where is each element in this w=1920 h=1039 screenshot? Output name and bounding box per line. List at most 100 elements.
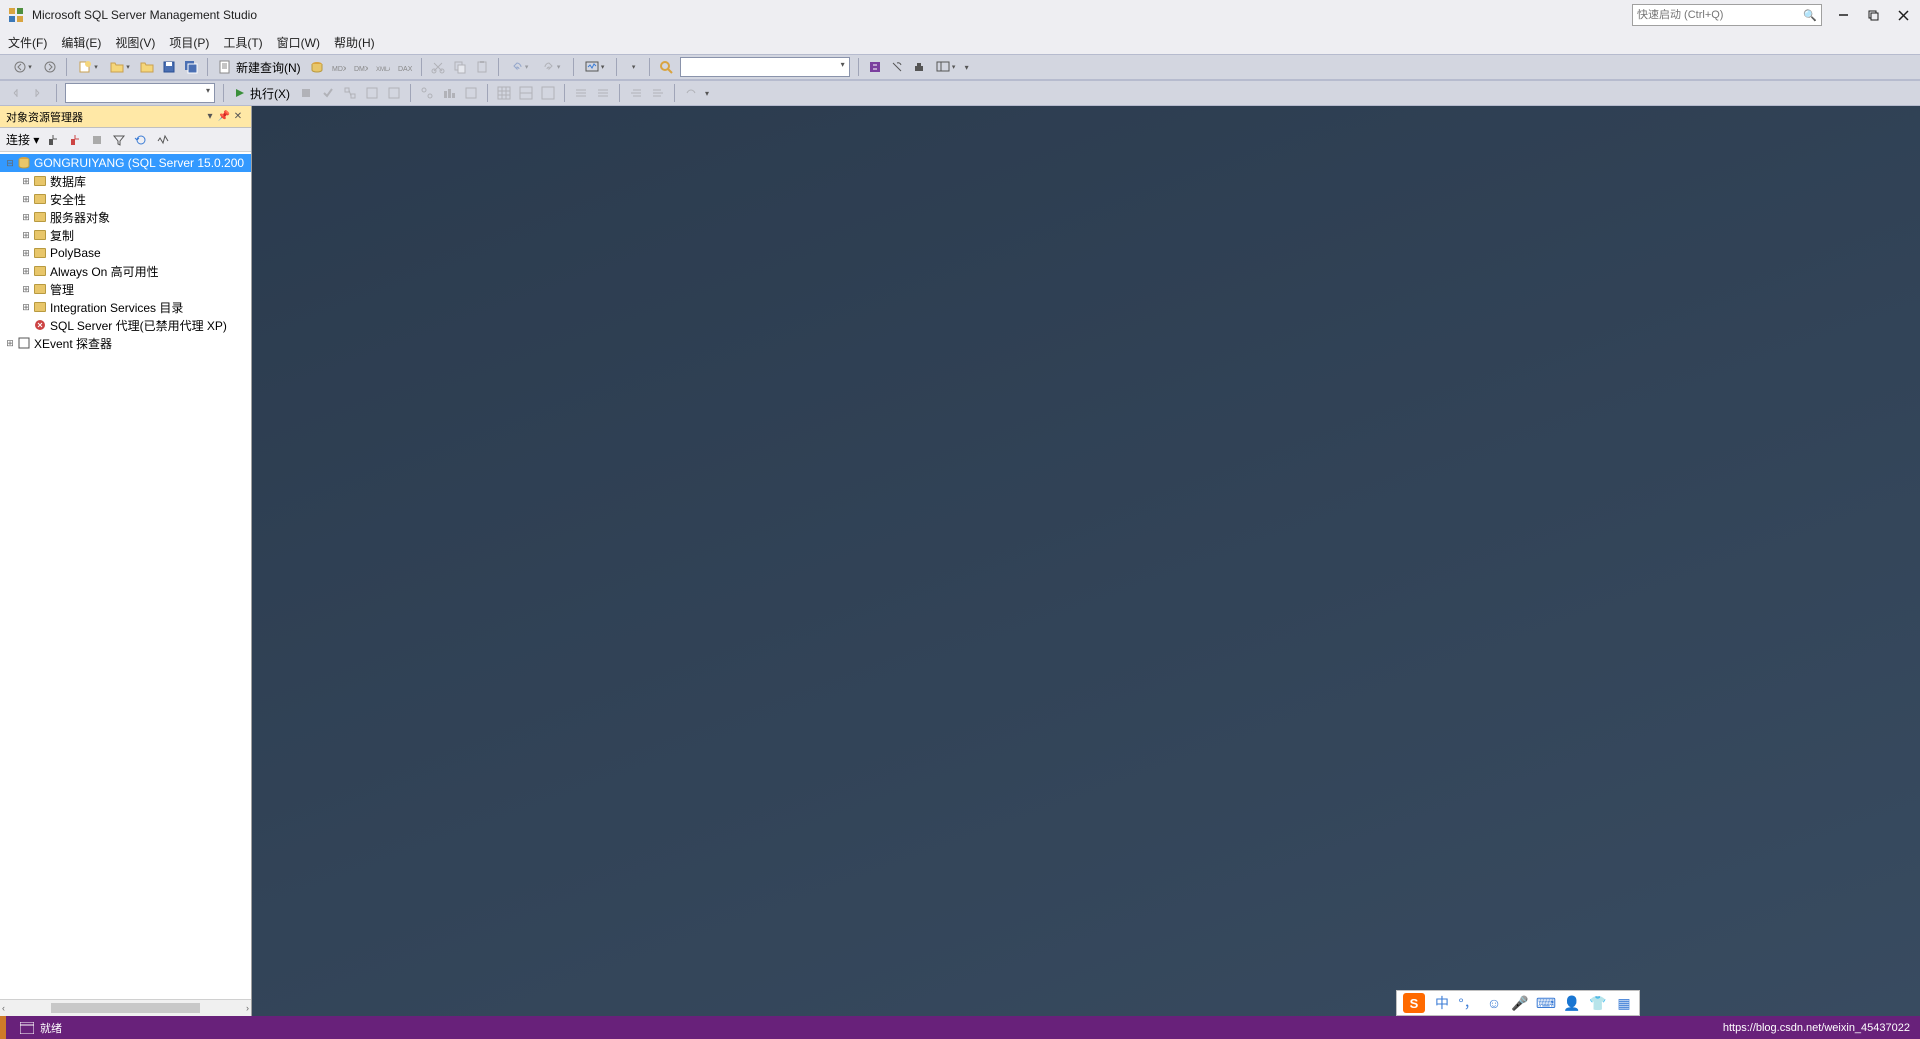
tree-node-xevent[interactable]: ⊞ XEvent 探查器 (0, 334, 251, 352)
stop-button (296, 83, 316, 103)
title-bar: Microsoft SQL Server Management Studio 🔍 (0, 0, 1920, 30)
expand-icon[interactable]: ⊞ (4, 338, 16, 349)
object-explorer-tree[interactable]: ⊟ GONGRUIYANG (SQL Server 15.0.200 ⊞ 数据库… (0, 152, 251, 999)
expand-icon[interactable]: ⊞ (20, 266, 32, 277)
open-file-button[interactable] (105, 57, 135, 77)
find-button[interactable] (656, 57, 676, 77)
panel-dropdown-icon[interactable]: ▾ (203, 111, 217, 122)
pin-icon[interactable]: 📌 (217, 111, 231, 122)
tree-label: 管理 (50, 281, 74, 298)
menu-file[interactable]: 文件(F) (8, 34, 47, 51)
execute-label: 执行(X) (250, 85, 290, 102)
cut-button (428, 57, 448, 77)
save-button[interactable] (159, 57, 179, 77)
expand-icon[interactable]: ⊞ (20, 212, 32, 223)
expand-icon[interactable]: ⊞ (20, 302, 32, 313)
script-mdx-button[interactable]: MDX (329, 57, 349, 77)
sql-toolbar-overflow-icon[interactable]: ▾ (703, 89, 711, 98)
script-dax-button[interactable]: DAX (395, 57, 415, 77)
tree-node-management[interactable]: ⊞ 管理 (0, 280, 251, 298)
tree-node-databases[interactable]: ⊞ 数据库 (0, 172, 251, 190)
expand-icon[interactable]: ⊞ (20, 176, 32, 187)
connect-dropdown[interactable]: 连接 ▾ (6, 131, 39, 148)
minimize-button[interactable] (1834, 6, 1852, 24)
maximize-button[interactable] (1864, 6, 1882, 24)
menu-edit[interactable]: 编辑(E) (61, 34, 101, 51)
menu-tools[interactable]: 工具(T) (223, 34, 262, 51)
expand-icon[interactable]: ⊞ (20, 230, 32, 241)
ime-tool-icon[interactable]: ▦ (1615, 994, 1633, 1012)
refresh-icon[interactable] (133, 132, 149, 148)
panel-close-icon[interactable]: ✕ (231, 111, 245, 122)
tree-node-server-objects[interactable]: ⊞ 服务器对象 (0, 208, 251, 226)
menu-help[interactable]: 帮助(H) (334, 34, 375, 51)
close-button[interactable] (1894, 6, 1912, 24)
activity-icon[interactable] (155, 132, 171, 148)
tree-server-label: GONGRUIYANG (SQL Server 15.0.200 (34, 156, 244, 170)
script-db-button[interactable] (307, 57, 327, 77)
ime-zhong-icon[interactable]: 中 (1433, 994, 1451, 1012)
object-explorer-panel: 对象资源管理器 ▾ 📌 ✕ 连接 ▾ ⊟ GONGRUIYANG (SQL Se… (0, 106, 252, 1016)
tree-server-root[interactable]: ⊟ GONGRUIYANG (SQL Server 15.0.200 (0, 154, 251, 172)
collapse-icon[interactable]: ⊟ (4, 158, 16, 169)
tree-node-polybase[interactable]: ⊞ PolyBase (0, 244, 251, 262)
play-icon (234, 87, 246, 99)
layout-button[interactable] (931, 57, 961, 77)
display-plan-button (340, 83, 360, 103)
menu-window[interactable]: 窗口(W) (277, 34, 320, 51)
tree-label: PolyBase (50, 246, 101, 260)
connect-server-button[interactable] (865, 57, 885, 77)
search-icon[interactable]: 🔍 (1803, 9, 1817, 22)
toolbar-overflow-icon[interactable]: ▾ (963, 63, 971, 72)
nav-forward-button[interactable] (40, 57, 60, 77)
expand-icon[interactable]: ⊞ (20, 248, 32, 259)
scroll-right-icon[interactable]: › (246, 1003, 249, 1013)
include-plan-button (417, 83, 437, 103)
database-combo[interactable] (65, 83, 215, 103)
tree-node-security[interactable]: ⊞ 安全性 (0, 190, 251, 208)
svg-text:DAX: DAX (398, 66, 412, 73)
connect-icon[interactable] (45, 132, 61, 148)
new-query-button[interactable]: 新建查询(N) (214, 57, 305, 77)
find-combo[interactable] (680, 57, 850, 77)
ime-punct-icon[interactable]: °， (1459, 994, 1477, 1012)
menu-view[interactable]: 视图(V) (115, 34, 155, 51)
quick-launch-input[interactable] (1637, 9, 1803, 21)
tree-node-integration[interactable]: ⊞ Integration Services 目录 (0, 298, 251, 316)
new-project-button[interactable] (73, 57, 103, 77)
ime-user-icon[interactable]: 👤 (1563, 994, 1581, 1012)
ime-skin-icon[interactable]: 👕 (1589, 994, 1607, 1012)
save-all-button[interactable] (181, 57, 201, 77)
nav-back-button[interactable] (8, 57, 38, 77)
folder-icon (32, 282, 48, 296)
tree-node-always-on[interactable]: ⊞ Always On 高可用性 (0, 262, 251, 280)
ime-keyboard-icon[interactable]: ⌨ (1537, 994, 1555, 1012)
ime-face-icon[interactable]: ☺ (1485, 994, 1503, 1012)
activity-monitor-button[interactable] (580, 57, 610, 77)
scroll-thumb[interactable] (51, 1003, 199, 1013)
expand-icon[interactable]: ⊞ (20, 194, 32, 205)
filter-icon[interactable] (111, 132, 127, 148)
script-dmx-button[interactable]: DMX (351, 57, 371, 77)
tool2-button[interactable] (887, 57, 907, 77)
tree-node-replication[interactable]: ⊞ 复制 (0, 226, 251, 244)
sogou-icon[interactable]: S (1403, 993, 1425, 1013)
tree-node-sql-agent[interactable]: SQL Server 代理(已禁用代理 XP) (0, 316, 251, 334)
menu-project[interactable]: 项目(P) (169, 34, 209, 51)
script-xmla-button[interactable]: XMLA (373, 57, 393, 77)
scroll-left-icon[interactable]: ‹ (2, 1003, 5, 1013)
object-explorer-header: 对象资源管理器 ▾ 📌 ✕ (0, 106, 251, 128)
ime-toolbar[interactable]: S 中 °， ☺ 🎤 ⌨ 👤 👕 ▦ (1396, 990, 1640, 1016)
object-explorer-scrollbar[interactable]: ‹ › (0, 999, 251, 1016)
new-query-label: 新建查询(N) (236, 59, 301, 76)
ime-mic-icon[interactable]: 🎤 (1511, 994, 1529, 1012)
tree-label: 安全性 (50, 191, 86, 208)
quick-launch-box[interactable]: 🔍 (1632, 4, 1822, 26)
uncomment-button (593, 83, 613, 103)
registered-servers-button[interactable] (909, 57, 929, 77)
expand-icon[interactable]: ⊞ (20, 284, 32, 295)
outdent-button (8, 83, 28, 103)
open-folder-button[interactable] (137, 57, 157, 77)
options-button[interactable] (623, 57, 643, 77)
disconnect-icon[interactable] (67, 132, 83, 148)
